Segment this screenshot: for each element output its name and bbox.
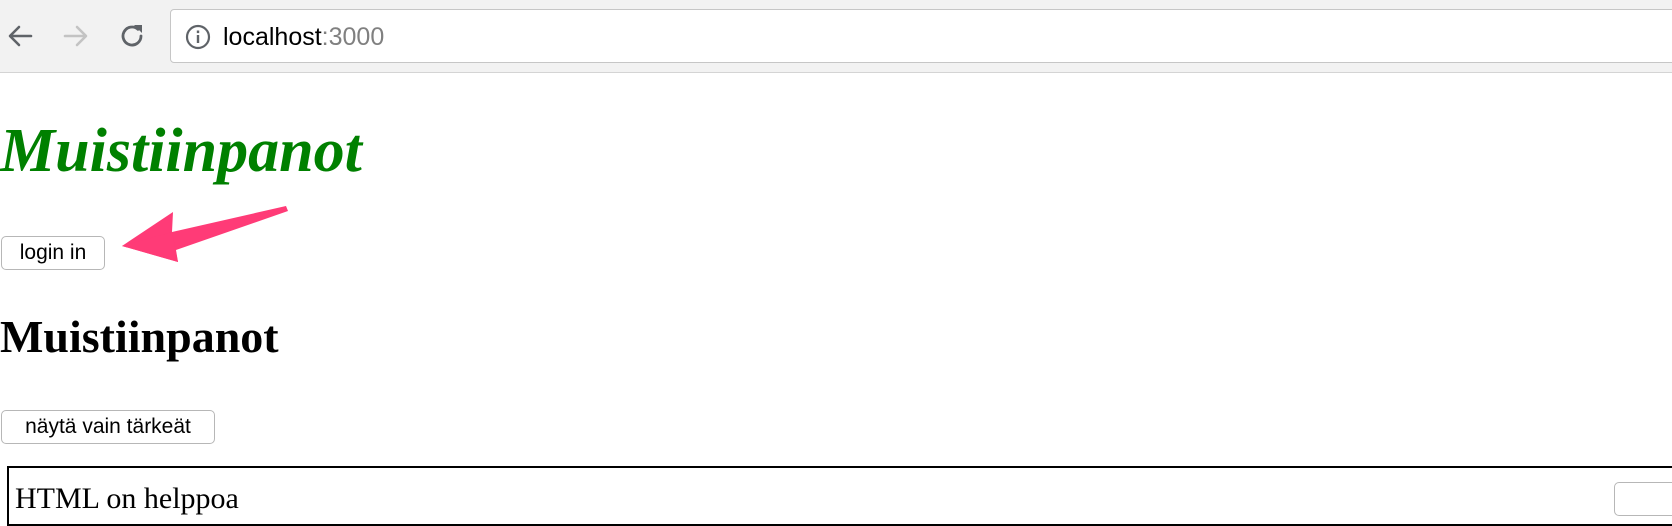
address-bar[interactable]: localhost:3000 [170,9,1672,63]
reload-icon [121,25,143,47]
back-button[interactable] [0,16,40,56]
info-icon[interactable] [185,24,211,50]
reload-button[interactable] [112,16,152,56]
url-host: localhost [223,23,322,51]
note-toggle-button[interactable] [1614,482,1672,516]
notes-heading: Muistiinpanot [0,311,279,362]
browser-toolbar: localhost:3000 [0,0,1672,73]
logo-title: Muistiinpanot [0,117,362,185]
note-content: HTML on helppoa [15,482,239,515]
login-button[interactable]: login in [1,236,105,270]
url-text: localhost:3000 [223,22,384,52]
forward-button[interactable] [56,16,96,56]
back-arrow-icon [8,25,33,47]
show-important-button[interactable]: näytä vain tärkeät [1,410,215,444]
page-content: Muistiinpanot login in Muistiinpanot näy… [0,74,1672,526]
url-port: :3000 [321,23,385,51]
note-list: HTML on helppoa [7,466,1672,526]
forward-arrow-icon [63,25,88,47]
annotation-arrow-icon [122,206,288,262]
